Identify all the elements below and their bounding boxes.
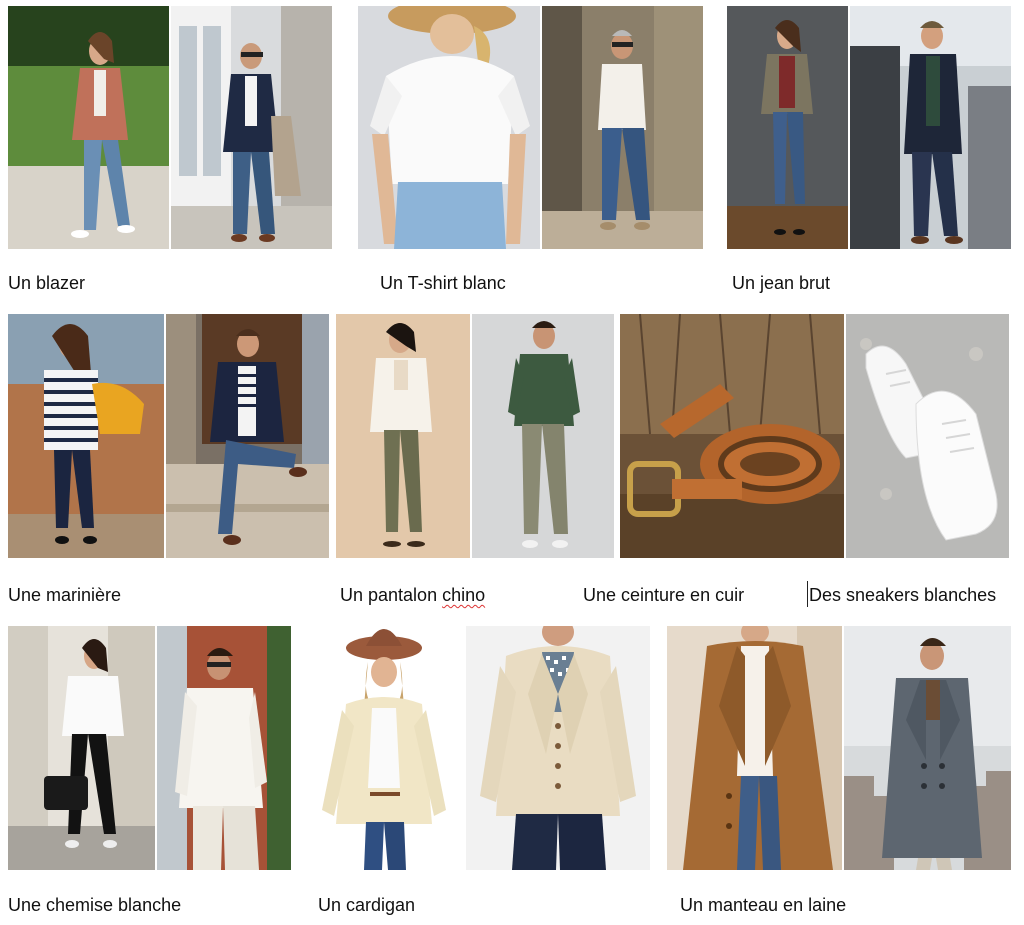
photo-manteau-woman [667,626,842,870]
photo-cardigan-man [466,626,650,870]
photo-chino-woman [336,314,470,558]
photo-ceinture [620,314,844,558]
photo-cardigan-woman [310,626,462,870]
photo-blazer-man [171,6,332,249]
photo-manteau-man [844,626,1011,870]
caption-chino-misspelled-word: chino [442,585,486,605]
caption-jean: Un jean brut [732,273,831,293]
photo-chemise-woman [8,626,155,870]
caption-chemise: Une chemise blanche [8,895,182,915]
photo-tshirt-woman [358,6,540,249]
photo-jean-woman [727,6,848,249]
caption-mariniere: Une marinière [8,585,122,605]
photo-sneakers [846,314,1009,558]
text-cursor [807,581,808,607]
caption-ceinture: Une ceinture en cuir [583,585,745,605]
caption-chino: Un pantalon chino [340,584,485,606]
photo-jean-man [850,6,1011,249]
caption-tshirt: Un T-shirt blanc [380,273,506,293]
caption-sneakers: Des sneakers blanches [809,585,997,605]
photo-mariniere-man [166,314,329,558]
photo-chino-man [472,314,614,558]
photo-tshirt-man [542,6,703,249]
caption-manteau: Un manteau en laine [680,895,847,915]
caption-blazer: Un blazer [8,273,86,293]
caption-cardigan: Un cardigan [318,895,416,915]
photo-blazer-woman [8,6,169,249]
caption-chino-text: Un pantalon [340,585,443,605]
photo-mariniere-woman [8,314,164,558]
photo-chemise-man [157,626,291,870]
